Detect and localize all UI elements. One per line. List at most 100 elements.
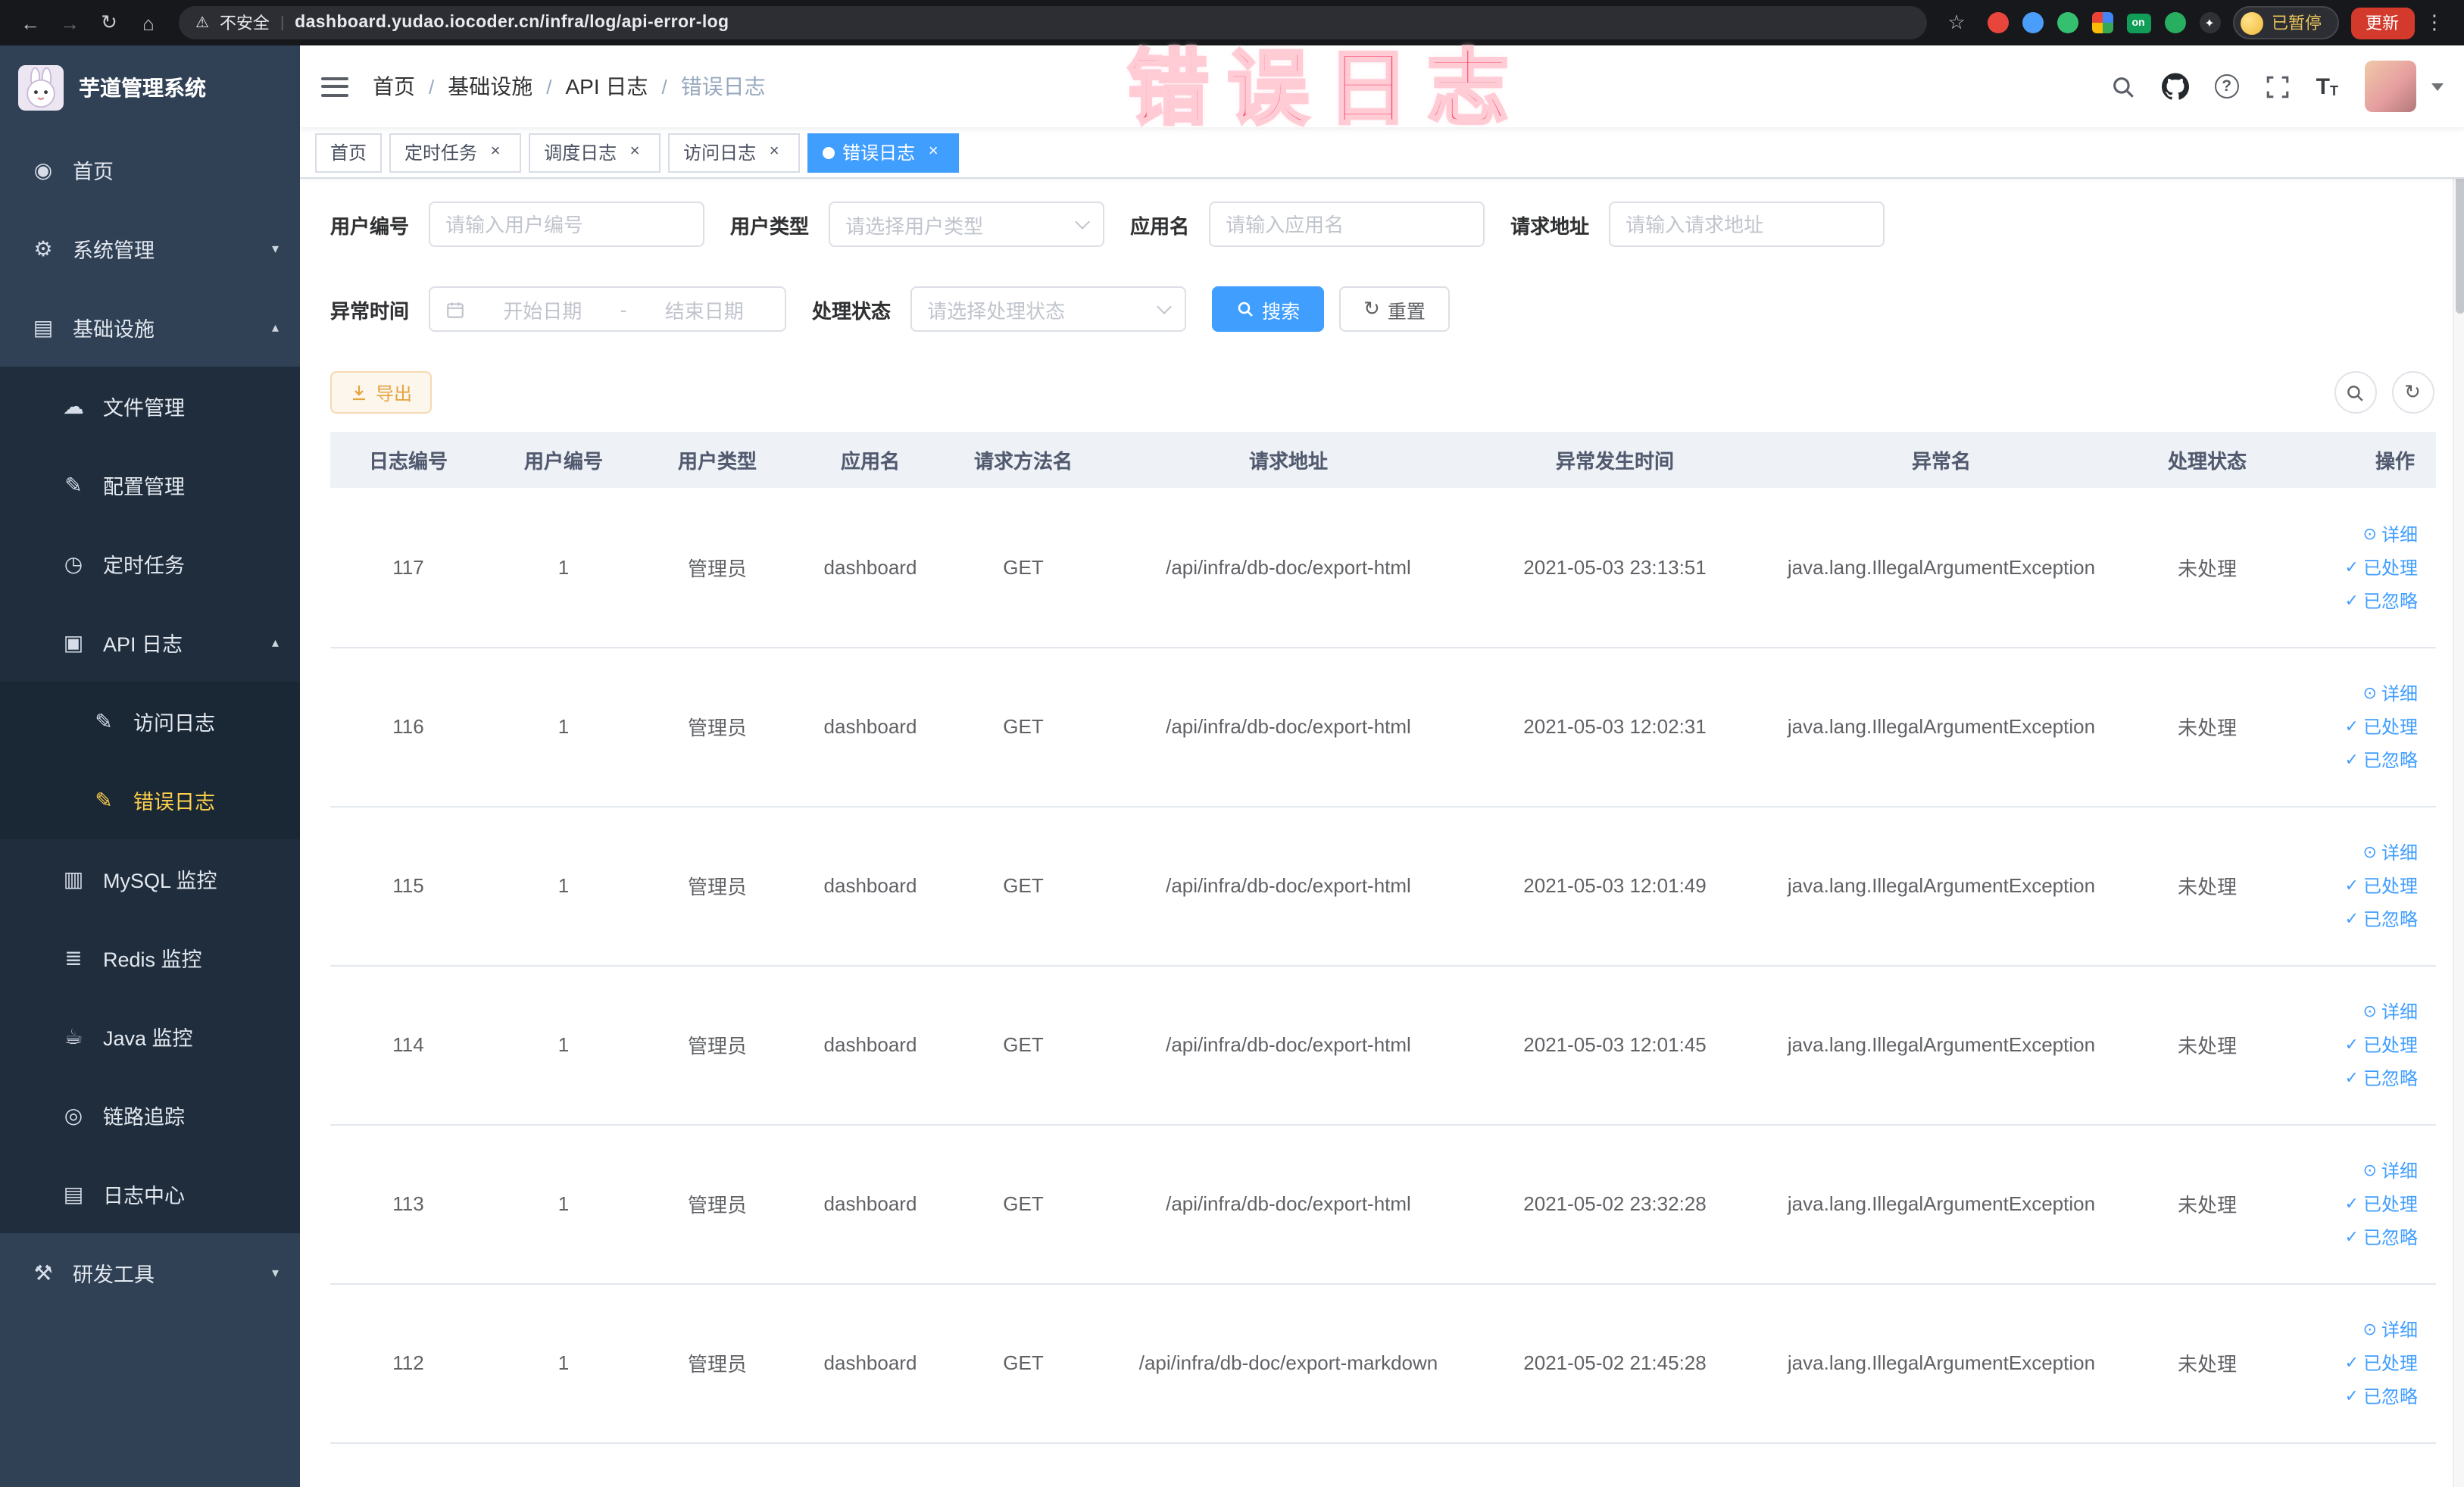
status-cell: 未处理: [2177, 557, 2237, 580]
sidebar-item-system[interactable]: ⚙ 系统管理 ▾: [0, 209, 300, 288]
app-name-input[interactable]: [1209, 201, 1485, 247]
detail-link[interactable]: ⊙ 详细: [2363, 998, 2418, 1024]
sidebar: 芋道管理系统 ◉ 首页 ⚙ 系统管理 ▾ ▤ 基础设施 ▴ ☁ 文件管理 ✎ 配…: [0, 45, 300, 1487]
mark-ignored-link[interactable]: ✓ 已忽略: [2345, 588, 2418, 614]
breadcrumb-home[interactable]: 首页: [373, 71, 415, 102]
bookmark-star-icon[interactable]: ☆: [1938, 5, 1975, 41]
font-size-icon[interactable]: TT: [2316, 75, 2338, 98]
request-url-input[interactable]: [1609, 201, 1885, 247]
red-extension-icon[interactable]: [1987, 12, 2008, 33]
reload-icon[interactable]: ↻: [91, 5, 127, 41]
detail-link[interactable]: ⊙ 详细: [2363, 521, 2418, 547]
row-actions: ⊙ 详细 ✓ 已处理 ✓ 已忽略: [2294, 680, 2427, 773]
home-icon[interactable]: ⌂: [130, 5, 167, 41]
mark-ignored-link[interactable]: ✓ 已忽略: [2345, 1224, 2418, 1250]
back-icon[interactable]: ←: [12, 5, 48, 41]
sidebar-item-api-log[interactable]: ▣ API 日志 ▴: [0, 603, 300, 682]
column-header: 应用名: [794, 432, 947, 488]
address-bar[interactable]: ⚠ 不安全 | dashboard.yudao.iocoder.cn/infra…: [179, 6, 1926, 39]
check-icon: ✓: [2344, 1195, 2359, 1214]
reset-button[interactable]: ↻ 重置: [1339, 286, 1450, 332]
sidebar-item-job[interactable]: ◷ 定时任务: [0, 524, 300, 603]
leaf-extension-icon[interactable]: [2164, 12, 2185, 33]
mark-ignored-link[interactable]: ✓ 已忽略: [2345, 747, 2418, 773]
breadcrumb-api-log[interactable]: API 日志: [566, 71, 648, 102]
caret-down-icon[interactable]: [2431, 83, 2443, 90]
app-logo[interactable]: 芋道管理系统: [0, 45, 300, 130]
breadcrumb-infrastructure[interactable]: 基础设施: [448, 71, 532, 102]
google-apps-icon[interactable]: [2091, 12, 2113, 33]
url-text[interactable]: dashboard.yudao.iocoder.cn/infra/log/api…: [295, 14, 729, 32]
mark-processed-link[interactable]: ✓ 已处理: [2345, 1032, 2418, 1057]
sidebar-item-error-log[interactable]: ✎ 错误日志: [0, 761, 300, 839]
mark-ignored-link[interactable]: ✓ 已忽略: [2345, 906, 2418, 932]
forward-icon[interactable]: →: [52, 5, 88, 41]
sidebar-item-access-log[interactable]: ✎ 访问日志: [0, 682, 300, 761]
on-badge-icon[interactable]: on: [2126, 13, 2150, 33]
mark-processed-link[interactable]: ✓ 已处理: [2345, 1191, 2418, 1217]
status-cell: 未处理: [2177, 1194, 2237, 1217]
sidebar-item-home[interactable]: ◉ 首页: [0, 130, 300, 209]
exception-time-range[interactable]: 开始日期 - 结束日期: [429, 286, 787, 332]
sidebar-item-config[interactable]: ✎ 配置管理: [0, 445, 300, 524]
tab-1[interactable]: 定时任务 ×: [389, 133, 522, 172]
mark-processed-link[interactable]: ✓ 已处理: [2345, 714, 2418, 739]
tab-0[interactable]: 首页: [315, 133, 383, 172]
request-url-cell: /api/infra/db-doc/export-html: [1166, 1192, 1411, 1215]
search-icon[interactable]: [2110, 73, 2136, 99]
browser-toolbar: ← → ↻ ⌂ ⚠ 不安全 | dashboard.yudao.iocoder.…: [0, 0, 2464, 45]
time-cell: 2021-05-02 23:32:28: [1523, 1192, 1707, 1215]
sidebar-item-trace[interactable]: ◎ 链路追踪: [0, 1076, 300, 1154]
tab-close-icon[interactable]: ×: [485, 142, 506, 163]
export-button[interactable]: 导出: [330, 371, 433, 414]
tab-2[interactable]: 调度日志 ×: [529, 133, 661, 172]
chrome-update-button[interactable]: 更新: [2350, 7, 2414, 39]
profile-paused-chip[interactable]: 已暂停: [2232, 6, 2338, 39]
mark-ignored-link[interactable]: ✓ 已忽略: [2345, 1065, 2418, 1091]
process-status-select[interactable]: 请选择处理状态: [910, 286, 1187, 332]
mark-processed-link[interactable]: ✓ 已处理: [2345, 873, 2418, 898]
dark-extension-icon[interactable]: ✦: [2199, 12, 2220, 33]
mark-processed-link[interactable]: ✓ 已处理: [2345, 555, 2418, 580]
user-avatar[interactable]: [2364, 61, 2416, 112]
github-icon[interactable]: [2161, 73, 2189, 100]
column-header: 用户类型: [641, 432, 794, 488]
sidebar-item-infrastructure[interactable]: ▤ 基础设施 ▴: [0, 288, 300, 367]
mark-processed-link[interactable]: ✓ 已处理: [2345, 1350, 2418, 1376]
chrome-menu-icon[interactable]: ⋮: [2417, 11, 2452, 35]
start-date-placeholder[interactable]: 开始日期: [477, 295, 608, 323]
security-label[interactable]: 不安全: [220, 11, 270, 35]
detail-link[interactable]: ⊙ 详细: [2363, 1157, 2418, 1183]
sidebar-item-redis[interactable]: ≣ Redis 监控: [0, 918, 300, 997]
tab-close-icon[interactable]: ×: [624, 142, 645, 163]
sidebar-item-java[interactable]: ☕ Java 监控: [0, 997, 300, 1076]
mysql-icon: ▥: [63, 866, 84, 890]
sidebar-item-file[interactable]: ☁ 文件管理: [0, 367, 300, 445]
search-button[interactable]: 搜索: [1212, 286, 1325, 332]
tab-close-icon[interactable]: ×: [764, 142, 785, 163]
hide-search-button[interactable]: [2334, 371, 2376, 414]
tab-3[interactable]: 访问日志 ×: [668, 133, 801, 172]
sidebar-item-dev-tools[interactable]: ⚒ 研发工具 ▾: [0, 1233, 300, 1312]
help-icon[interactable]: ?: [2214, 74, 2239, 98]
detail-link[interactable]: ⊙ 详细: [2363, 680, 2418, 706]
green-extension-icon[interactable]: [2056, 12, 2078, 33]
fullscreen-icon[interactable]: [2265, 73, 2291, 99]
app-name-label: 应用名: [1130, 214, 1190, 237]
tab-4[interactable]: 错误日志 ×: [807, 133, 960, 172]
blue-extension-icon[interactable]: [2022, 12, 2043, 33]
detail-link[interactable]: ⊙ 详细: [2363, 1317, 2418, 1342]
column-header: 日志编号: [330, 432, 486, 488]
sidebar-item-mysql[interactable]: ▥ MySQL 监控: [0, 839, 300, 918]
user-type-select[interactable]: 请选择用户类型: [829, 201, 1105, 247]
tab-close-icon[interactable]: ×: [923, 142, 944, 163]
sidebar-toggle-icon[interactable]: [321, 77, 348, 96]
refresh-button[interactable]: ↻: [2391, 371, 2434, 414]
user-id-input[interactable]: [429, 201, 705, 247]
detail-link[interactable]: ⊙ 详细: [2363, 839, 2418, 865]
method-cell: GET: [1003, 1033, 1044, 1056]
end-date-placeholder[interactable]: 结束日期: [639, 295, 770, 323]
scrollbar[interactable]: [2452, 45, 2464, 1487]
sidebar-item-log-center[interactable]: ▤ 日志中心: [0, 1154, 300, 1233]
mark-ignored-link[interactable]: ✓ 已忽略: [2345, 1383, 2418, 1409]
